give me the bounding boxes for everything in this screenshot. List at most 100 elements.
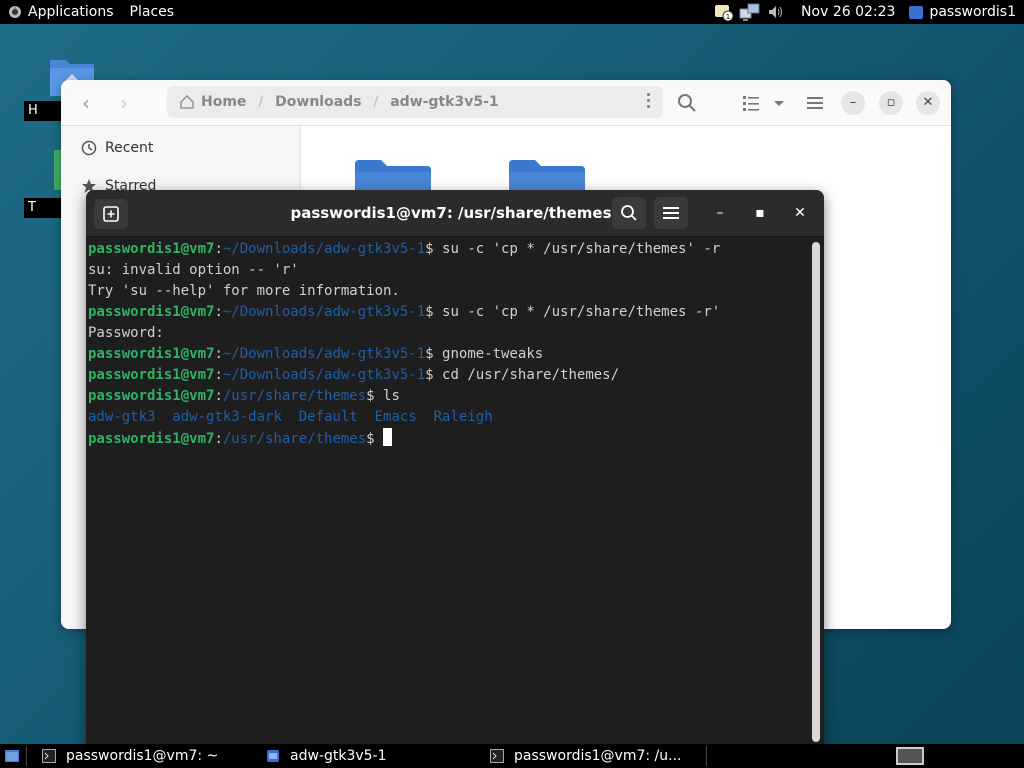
places-menu[interactable]: Places <box>130 4 175 20</box>
prompt-separator: : <box>214 431 223 447</box>
back-button[interactable]: ‹ <box>75 92 97 114</box>
terminal-maximize-button[interactable]: ▪ <box>749 202 771 224</box>
prompt-path: ~/Downloads/adw-gtk3v5-1 <box>222 304 426 320</box>
terminal-search-button[interactable] <box>612 197 646 229</box>
search-icon <box>621 205 637 221</box>
terminal-line: passwordis1@vm7:~/Downloads/adw-gtk3v5-1… <box>88 344 808 365</box>
terminal-close-button[interactable]: ✕ <box>789 202 811 224</box>
list-view-icon[interactable] <box>741 93 761 113</box>
prompt-path: /usr/share/themes <box>222 431 367 447</box>
prompt-user: passwordis1@vm7 <box>88 304 215 320</box>
directory-entry: Default <box>298 409 358 425</box>
task-label: adw-gtk3v5-1 <box>290 748 387 764</box>
maximize-button[interactable]: ▫ <box>879 91 903 115</box>
volume-icon[interactable] <box>765 1 787 23</box>
path-segment-home[interactable]: Home <box>201 94 246 110</box>
path-bar: Home / Downloads / adw-gtk3v5-1 <box>167 86 663 118</box>
terminal-line: passwordis1@vm7:~/Downloads/adw-gtk3v5-1… <box>88 302 808 323</box>
new-tab-button[interactable] <box>94 199 128 229</box>
prompt-path: /usr/share/themes <box>222 388 367 404</box>
command-text: $ su -c 'cp * /usr/share/themes' -r <box>425 241 721 257</box>
forward-button[interactable]: › <box>113 92 135 114</box>
top-panel: Applications Places 1 Nov 26 02:23 passw… <box>0 0 1024 24</box>
desktop-icon-label-home[interactable]: H <box>24 101 62 121</box>
terminal-icon <box>42 749 56 763</box>
terminal-line: adw-gtk3 adw-gtk3-dark Default Emacs Ral… <box>88 407 808 428</box>
terminal-scrollbar[interactable] <box>812 242 820 742</box>
terminal-line: su: invalid option -- 'r' <box>88 260 808 281</box>
command-text: $ gnome-tweaks <box>425 346 544 362</box>
terminal-headerbar: passwordis1@vm7: /usr/share/themes – ▪ ✕ <box>86 190 824 237</box>
directory-entry: Emacs <box>374 409 417 425</box>
taskbar-separator <box>706 746 707 766</box>
prompt-path: ~/Downloads/adw-gtk3v5-1 <box>222 346 426 362</box>
clock[interactable]: Nov 26 02:23 <box>801 4 895 20</box>
prompt-user: passwordis1@vm7 <box>88 346 215 362</box>
command-text: $ su -c 'cp * /usr/share/themes -r' <box>425 304 721 320</box>
desktop-icon-label-trash[interactable]: T <box>24 198 62 218</box>
terminal-menu-button[interactable] <box>654 197 688 229</box>
svg-text:1: 1 <box>726 13 730 21</box>
sidebar-item-recent[interactable]: Recent <box>81 140 153 156</box>
task-terminal-home[interactable]: passwordis1@vm7: ~ <box>42 744 218 768</box>
task-label: passwordis1@vm7: /u... <box>514 748 682 764</box>
directory-entry: adw-gtk3 <box>88 409 156 425</box>
clock-icon <box>81 140 97 156</box>
workspace-switcher[interactable] <box>896 747 924 765</box>
command-text: $ cd /usr/share/themes/ <box>425 367 620 383</box>
terminal-minimize-button[interactable]: – <box>709 202 731 224</box>
update-notifier-icon[interactable]: 1 <box>713 1 735 23</box>
prompt-separator: : <box>214 367 223 383</box>
task-file-manager[interactable]: adw-gtk3v5-1 <box>266 744 387 768</box>
prompt-user: passwordis1@vm7 <box>88 241 215 257</box>
sidebar-item-label: Recent <box>105 140 154 156</box>
output-text: Password: <box>88 325 164 341</box>
search-icon[interactable] <box>677 93 697 113</box>
terminal-line: passwordis1@vm7:~/Downloads/adw-gtk3v5-1… <box>88 365 808 386</box>
prompt-path: ~/Downloads/adw-gtk3v5-1 <box>222 241 426 257</box>
terminal-line: passwordis1@vm7:/usr/share/themes$ ls <box>88 386 808 407</box>
user-icon <box>909 5 924 19</box>
view-options-chevron-icon[interactable] <box>769 93 789 113</box>
terminal-icon <box>490 749 504 763</box>
prompt-user: passwordis1@vm7 <box>88 367 215 383</box>
terminal-window: passwordis1@vm7: /usr/share/themes – ▪ ✕… <box>86 190 824 750</box>
task-terminal-themes[interactable]: passwordis1@vm7: /u... <box>490 744 682 768</box>
applications-label: Applications <box>28 4 114 20</box>
terminal-line: Try 'su --help' for more information. <box>88 281 808 302</box>
minimize-button[interactable]: – <box>841 91 865 115</box>
path-separator: / <box>373 94 379 110</box>
prompt-user: passwordis1@vm7 <box>88 431 215 447</box>
folder-icon <box>267 750 279 762</box>
path-segment-current[interactable]: adw-gtk3v5-1 <box>390 94 498 110</box>
home-icon <box>180 94 194 109</box>
network-icon[interactable] <box>739 1 761 23</box>
directory-entry: Raleigh <box>433 409 493 425</box>
hamburger-menu-icon <box>663 207 679 219</box>
terminal-cursor <box>383 428 393 446</box>
path-menu-icon[interactable] <box>647 93 651 111</box>
output-text: su: invalid option -- 'r' <box>88 262 299 278</box>
terminal-output[interactable]: passwordis1@vm7:~/Downloads/adw-gtk3v5-1… <box>88 239 808 744</box>
terminal-line: passwordis1@vm7:/usr/share/themes$ <box>88 428 808 449</box>
command-text: $ ls <box>366 388 400 404</box>
path-separator: / <box>258 94 264 110</box>
hamburger-menu-icon[interactable] <box>805 93 825 113</box>
task-label: passwordis1@vm7: ~ <box>66 748 219 764</box>
prompt-path: ~/Downloads/adw-gtk3v5-1 <box>222 367 426 383</box>
taskbar-separator <box>26 746 27 766</box>
command-text: $ <box>366 431 384 447</box>
prompt-separator: : <box>214 241 223 257</box>
user-label: passwordis1 <box>929 4 1016 20</box>
applications-menu[interactable]: Applications <box>0 4 130 20</box>
show-desktop-icon[interactable] <box>4 748 20 764</box>
terminal-line: passwordis1@vm7:~/Downloads/adw-gtk3v5-1… <box>88 239 808 260</box>
path-segment-downloads[interactable]: Downloads <box>275 94 361 110</box>
applications-icon <box>9 6 21 18</box>
close-button[interactable]: ✕ <box>916 91 940 115</box>
output-text: Try 'su --help' for more information. <box>88 283 400 299</box>
terminal-title: passwordis1@vm7: /usr/share/themes <box>290 204 612 222</box>
prompt-separator: : <box>214 388 223 404</box>
bottom-taskbar: passwordis1@vm7: ~ adw-gtk3v5-1 password… <box>0 744 1024 768</box>
user-menu[interactable]: passwordis1 <box>909 4 1016 20</box>
